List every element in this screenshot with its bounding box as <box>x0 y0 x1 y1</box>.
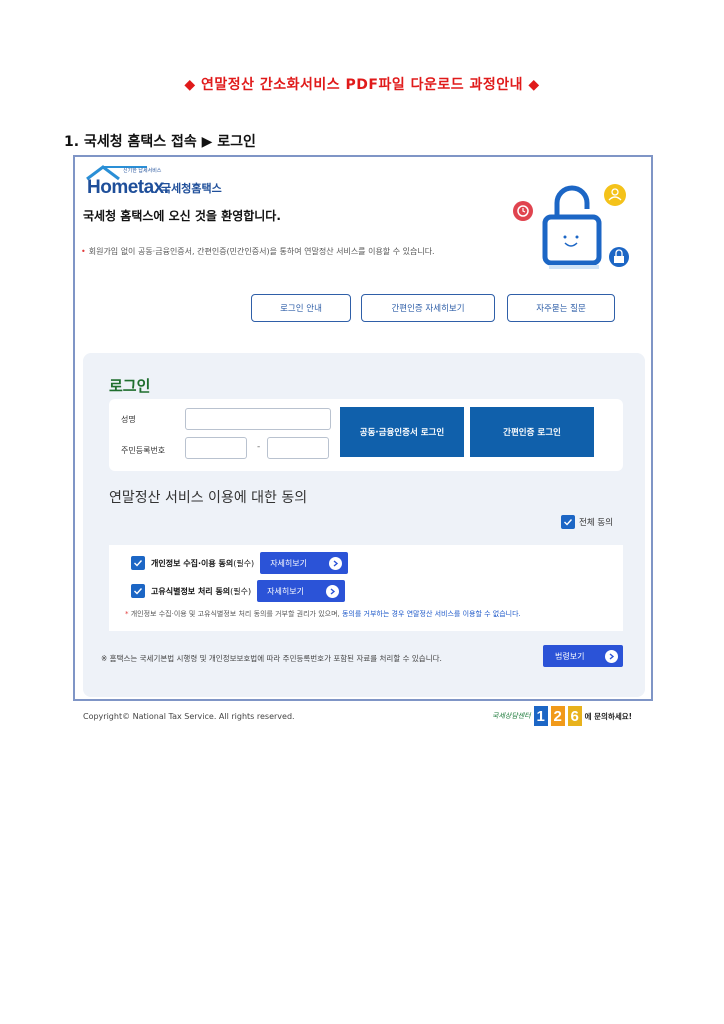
rrn-front-input[interactable] <box>185 437 247 459</box>
hometax-logo[interactable]: 신기한 납세서비스 Hometax. 국세청홈택스 <box>85 165 265 198</box>
faq-button[interactable]: 자주묻는 질문 <box>507 294 615 322</box>
consent-item-bold: 개인정보 수집·이용 동의 <box>151 558 234 568</box>
agree-all-checkbox[interactable]: 전체 동의 <box>561 515 613 529</box>
simple-auth-detail-button[interactable]: 간편인증 자세히보기 <box>361 294 495 322</box>
consent-item-label: 개인정보 수집·이용 동의(필수) <box>151 558 254 569</box>
fine-print-text: 개인정보 수집·이용 및 고유식별정보 처리 동의를 거부할 권리가 있으며, <box>130 610 342 618</box>
law-view-button[interactable]: 법령보기 <box>543 645 623 667</box>
agree-all-label: 전체 동의 <box>579 518 613 528</box>
logo-tagline: 신기한 납세서비스 <box>123 168 162 174</box>
detail-button-label: 자세히보기 <box>267 586 304 596</box>
helpline-digit: 2 <box>550 706 565 726</box>
consent-item-suffix: (필수) <box>233 558 255 568</box>
rrn-back-input[interactable] <box>267 437 329 459</box>
helpline-digit: 1 <box>533 706 548 726</box>
login-title: 로그인 <box>109 377 151 395</box>
helpline-digit: 6 <box>567 706 582 726</box>
login-panel: 로그인 성명 주민등록번호 - 공동·금융인증서 로그인 간편인증 로그인 연말… <box>83 353 645 697</box>
step-heading: 1. 국세청 홈택스 접속 ▶ 로그인 <box>64 134 256 150</box>
rrn-separator: - <box>257 442 261 452</box>
law-view-label: 법령보기 <box>555 651 585 661</box>
consent-item-suffix: (필수) <box>230 586 252 596</box>
login-card: 성명 주민등록번호 - 공동·금융인증서 로그인 간편인증 로그인 <box>109 399 623 471</box>
padlock-illustration-icon <box>513 184 629 269</box>
detail-button-label: 자세히보기 <box>270 558 307 568</box>
helpline-banner: 국세상담센터 1 2 6 에 문의하세요! <box>492 706 632 726</box>
consent-card: 개인정보 수집·이용 동의(필수) 자세히보기 고유식별정보 처리 동의(필수)… <box>109 545 623 631</box>
cert-login-button[interactable]: 공동·금융인증서 로그인 <box>340 407 464 457</box>
detail-button[interactable]: 자세히보기 <box>260 552 349 574</box>
checkbox-checked-icon[interactable] <box>131 584 145 598</box>
checkbox-checked-icon <box>561 515 575 529</box>
helpline-script: 국세상담센터 <box>492 712 531 720</box>
logo-korean: 국세청홈택스 <box>161 182 222 195</box>
rrn-label: 주민등록번호 <box>121 446 166 455</box>
consent-item-label: 고유식별정보 처리 동의(필수) <box>151 586 251 597</box>
chevron-right-icon <box>329 556 343 570</box>
fine-print-highlight: 동의를 거부하는 경우 연말정산 서비스를 이용할 수 없습니다. <box>341 610 521 618</box>
welcome-message: 국세청 홈택스에 오신 것을 환영합니다. <box>83 209 281 223</box>
logo-brand: Hometax. <box>87 177 169 198</box>
helpline-tail: 에 문의하세요! <box>584 711 633 721</box>
name-input[interactable] <box>185 408 331 430</box>
chevron-right-icon <box>326 584 340 598</box>
simple-auth-login-button[interactable]: 간편인증 로그인 <box>470 407 594 457</box>
document-title: ◆ 연말정산 간소화서비스 PDF파일 다운로드 과정안내 ◆ <box>184 77 540 93</box>
chevron-right-icon <box>605 649 618 663</box>
law-note: ※ 홈택스는 국세기본법 시행령 및 개인정보보호법에 따라 주민등록번호가 포… <box>101 654 442 663</box>
checkbox-checked-icon[interactable] <box>131 556 145 570</box>
bullet-dot-icon: • <box>81 247 86 256</box>
notice-text: 회원가입 없이 공동·금융인증서, 간편인증(민간인증서)을 통하여 연말정산 … <box>88 247 435 256</box>
copyright-text: Copyright© National Tax Service. All rig… <box>83 712 295 721</box>
screenshot-frame: 신기한 납세서비스 Hometax. 국세청홈택스 국세청 홈택스에 오신 것을… <box>73 155 653 701</box>
consent-item-unique-id: 고유식별정보 처리 동의(필수) 자세히보기 <box>131 580 346 602</box>
login-guide-button[interactable]: 로그인 안내 <box>251 294 351 322</box>
consent-title: 연말정산 서비스 이용에 대한 동의 <box>109 490 308 506</box>
consent-fine-print: * 개인정보 수집·이용 및 고유식별정보 처리 동의를 거부할 권리가 있으며… <box>125 609 521 619</box>
consent-item-bold: 고유식별정보 처리 동의 <box>151 586 231 596</box>
detail-button[interactable]: 자세히보기 <box>257 580 346 602</box>
name-label: 성명 <box>121 415 136 424</box>
consent-item-personal-info: 개인정보 수집·이용 동의(필수) 자세히보기 <box>131 552 349 574</box>
login-notice: • 회원가입 없이 공동·금융인증서, 간편인증(민간인증서)을 통하여 연말정산… <box>81 246 435 257</box>
